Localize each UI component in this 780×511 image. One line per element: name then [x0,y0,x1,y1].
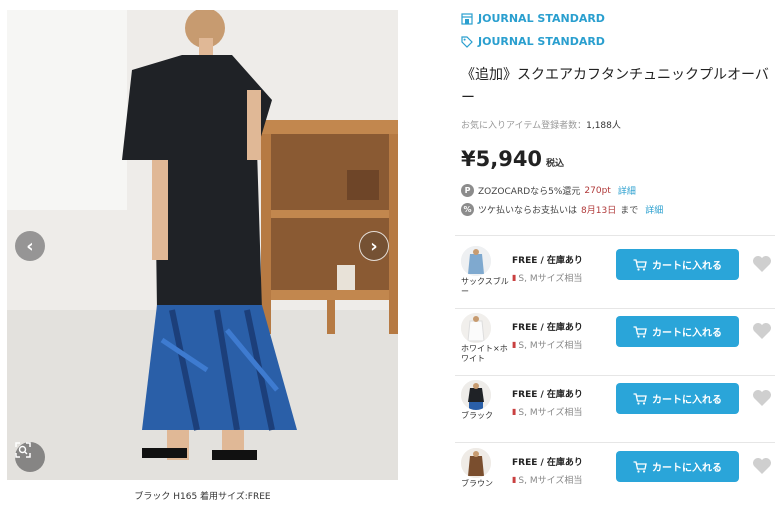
variant-size-note: ▮ S, Mサイズ相当 [512,405,582,418]
variant-row: ブラウン FREE / 在庫あり ▮ S, Mサイズ相当 カートに入れる [455,445,780,511]
size-note-text: S, Mサイズ相当 [518,274,583,284]
favorites-label: お気に入りアイテム登録者数： [461,121,587,131]
add-to-cart-button[interactable]: カートに入れる [616,249,739,280]
deferred-payment-promo: % ツケ払いならお支払いは 8月13日 まで 詳細 [461,203,663,216]
size-guide-icon: ▮ [512,273,517,282]
shop-icon [461,12,473,25]
product-photo [7,10,398,480]
prev-image-button[interactable]: ‹ [15,231,45,261]
shop-link-row[interactable]: JOURNAL STANDARD [461,12,605,25]
divider [455,235,775,236]
size-note-text: S, Mサイズ相当 [518,341,583,351]
image-caption: ブラック H165 着用サイズ:FREE [134,492,271,502]
variant-row: ブラック FREE / 在庫あり ▮ S, Mサイズ相当 カートに入れる [455,377,780,443]
promo-text-suffix: まで [620,206,639,216]
add-to-cart-button[interactable]: カートに入れる [616,316,739,347]
cart-icon [633,460,647,473]
cart-icon [633,258,647,271]
promo-detail-link[interactable]: 詳細 [618,184,636,197]
variant-size-stock: FREE / 在庫あり [512,458,583,468]
variant-row: ホワイト×ホワイト FREE / 在庫あり ▮ S, Mサイズ相当 カートに入れ… [455,310,780,376]
variant-size-stock: FREE / 在庫あり [512,256,583,266]
brand-link-row[interactable]: JOURNAL STANDARD [461,35,605,48]
cart-button-label: カートに入れる [652,261,722,272]
cart-icon [633,325,647,338]
brand-link[interactable]: JOURNAL STANDARD [478,35,605,48]
variant-row: サックスブルー FREE / 在庫あり ▮ S, Mサイズ相当 カートに入れる [455,243,780,309]
percent-icon: % [461,203,474,216]
product-page: ‹ › ブラック H165 着用サイズ:FREE JOURNAL STANDAR… [0,0,780,511]
zoom-scan-icon [15,442,31,458]
shop-link[interactable]: JOURNAL STANDARD [478,12,605,25]
divider [455,442,775,443]
variant-color-name: ブラウン [461,479,493,488]
points-icon: P [461,184,474,197]
heart-icon[interactable] [752,389,772,407]
favorites-count: お気に入りアイテム登録者数：1,188人 [461,118,621,131]
variant-color-name: ホワイト×ホワイト [461,344,508,363]
size-note-text: S, Mサイズ相当 [518,408,583,418]
add-to-cart-button[interactable]: カートに入れる [616,451,739,482]
heart-icon[interactable] [752,255,772,273]
variant-size-note: ▮ S, Mサイズ相当 [512,473,582,486]
price-amount: ¥5,940 [461,147,543,171]
variant-size-note: ▮ S, Mサイズ相当 [512,338,582,351]
divider [455,308,775,309]
size-note-text: S, Mサイズ相当 [518,476,583,486]
promo-points: 270pt [584,185,611,196]
variant-thumbnail[interactable] [461,246,491,276]
variant-size-stock: FREE / 在庫あり [512,323,583,333]
heart-icon[interactable] [752,457,772,475]
tag-icon [461,35,473,48]
promo-text: ZOZOCARDなら5%還元 [478,187,581,197]
product-image-gallery[interactable]: ‹ › [7,10,398,480]
cart-icon [633,392,647,405]
size-guide-icon: ▮ [512,340,517,349]
promo-text: ツケ払いならお支払いは [478,206,578,216]
promo-detail-link[interactable]: 詳細 [645,203,663,216]
zoom-button[interactable] [15,442,45,472]
promo-date: 8月13日 [581,206,617,216]
divider [455,375,775,376]
variant-size-stock: FREE / 在庫あり [512,390,583,400]
favorites-number: 1,188人 [586,121,621,131]
price: ¥5,940 税込 [461,147,564,171]
cart-button-label: カートに入れる [652,463,722,474]
variant-thumbnail[interactable] [461,313,491,343]
heart-icon[interactable] [752,322,772,340]
size-guide-icon: ▮ [512,407,517,416]
cart-button-label: カートに入れる [652,328,722,339]
variant-color-name: サックスブルー [461,277,509,296]
cart-button-label: カートに入れる [652,395,722,406]
tax-label: 税込 [546,159,565,169]
variant-thumbnail[interactable] [461,380,491,410]
next-image-button[interactable]: › [359,231,389,261]
chevron-right-icon: › [370,235,378,257]
variant-size-note: ▮ S, Mサイズ相当 [512,271,582,284]
size-guide-icon: ▮ [512,475,517,484]
chevron-left-icon: ‹ [26,235,34,257]
zozocard-promo: P ZOZOCARDなら5%還元 270pt 詳細 [461,184,636,197]
variant-color-name: ブラック [461,411,493,420]
add-to-cart-button[interactable]: カートに入れる [616,383,739,414]
variant-thumbnail[interactable] [461,448,491,478]
product-title: 《追加》スクエアカフタンチュニックプルオーバー [461,67,769,106]
